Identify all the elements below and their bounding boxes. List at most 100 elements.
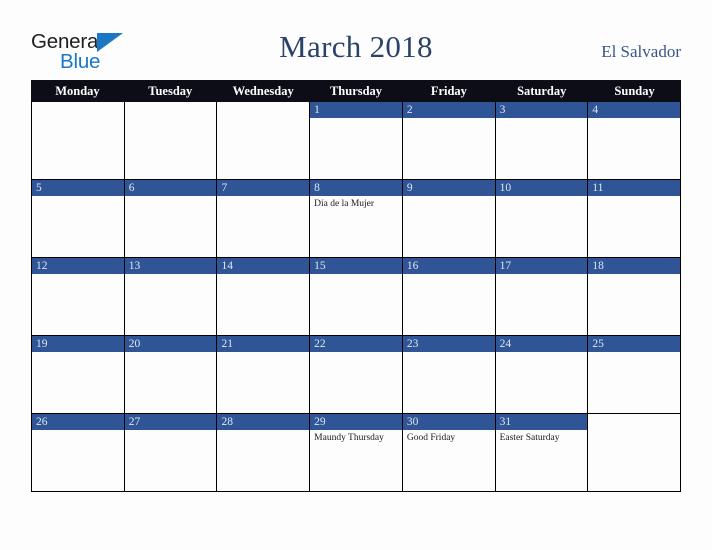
calendar-day-events <box>403 196 495 257</box>
calendar-date-number: 31 <box>495 414 588 430</box>
calendar-day-cell[interactable]: 11 <box>588 180 682 257</box>
calendar-day-cell[interactable]: 3 <box>495 102 589 179</box>
calendar-day-events <box>588 352 680 413</box>
country-label: El Salvador <box>601 42 681 61</box>
calendar-date-number: 20 <box>124 336 217 352</box>
calendar-date-number: 9 <box>402 180 495 196</box>
calendar-date-number: 17 <box>495 258 588 274</box>
calendar-day-events <box>217 352 309 413</box>
calendar-day-cell[interactable]: 19 <box>32 336 125 413</box>
calendar-day-cell[interactable]: 15 <box>310 258 403 335</box>
calendar-date-number <box>32 102 124 118</box>
calendar-day-cell[interactable]: 23 <box>402 336 496 413</box>
calendar-date-number: 19 <box>32 336 124 352</box>
calendar-day-cell[interactable]: 12 <box>32 258 125 335</box>
calendar-day-events <box>496 352 588 413</box>
calendar-day-cell[interactable]: 31 Easter Saturday <box>495 414 589 491</box>
calendar-date-number: 11 <box>588 180 681 196</box>
calendar-date-number: 12 <box>32 258 124 274</box>
calendar-day-cell[interactable]: 4 <box>588 102 682 179</box>
calendar-week-row: 26 27 28 29 Maundy Thursday 30 Good Friday 31 Ea… <box>31 414 682 492</box>
calendar-day-events <box>217 274 309 335</box>
calendar-day-cell[interactable]: 25 <box>588 336 682 413</box>
calendar-day-events <box>32 118 124 179</box>
calendar-day-cell[interactable]: 6 <box>124 180 218 257</box>
calendar-day-cell-empty[interactable] <box>32 102 125 179</box>
calendar-day-cell[interactable]: 26 <box>32 414 125 491</box>
calendar-day-cell[interactable]: 10 <box>495 180 589 257</box>
weekday-header-thursday: Thursday <box>329 84 383 98</box>
weekday-header-friday: Friday <box>430 84 467 98</box>
calendar-day-events <box>217 118 309 179</box>
calendar-day-cell[interactable]: 7 <box>217 180 311 257</box>
calendar-date-number: 2 <box>402 102 495 118</box>
calendar-day-events <box>310 352 402 413</box>
calendar-date-number: 7 <box>217 180 310 196</box>
calendar-grid: Monday Tuesday Wednesday Thursday Friday Satu… <box>31 80 682 492</box>
calendar-day-cell[interactable]: 16 <box>402 258 496 335</box>
calendar-date-number: 3 <box>495 102 588 118</box>
calendar-day-events <box>403 118 495 179</box>
calendar-day-events <box>32 196 124 257</box>
calendar-day-cell[interactable]: 13 <box>124 258 218 335</box>
calendar-event-label: Good Friday <box>406 433 456 443</box>
weekday-header-saturday: Saturday <box>517 84 567 98</box>
calendar-body: 1 2 3 4 5 6 7 8 Día de la Mujer 9 10 11 12 13 14 15 16 17… <box>31 102 682 492</box>
calendar-day-cell[interactable]: 27 <box>124 414 218 491</box>
calendar-event-label: Maundy Thursday <box>314 433 384 443</box>
calendar-day-cell-empty[interactable] <box>588 414 682 491</box>
calendar-day-events <box>588 118 680 179</box>
calendar-day-cell[interactable]: 2 <box>402 102 496 179</box>
calendar-day-cell[interactable]: 5 <box>32 180 125 257</box>
calendar-day-events <box>588 196 680 257</box>
calendar-date-number <box>217 102 310 118</box>
calendar-date-number: 27 <box>124 414 217 430</box>
calendar-day-cell-empty[interactable] <box>217 102 311 179</box>
calendar-day-cell-empty[interactable] <box>124 102 218 179</box>
weekday-header-monday: Monday <box>55 84 100 98</box>
calendar-date-number: 13 <box>124 258 217 274</box>
calendar-date-number: 18 <box>588 258 681 274</box>
calendar-week-row: 5 6 7 8 Día de la Mujer 9 10 11 <box>31 180 682 258</box>
calendar-day-events <box>125 118 217 179</box>
calendar-day-cell[interactable]: 21 <box>217 336 311 413</box>
calendar-date-number: 24 <box>495 336 588 352</box>
calendar-day-cell[interactable]: 18 <box>588 258 682 335</box>
calendar-day-events <box>125 352 217 413</box>
calendar-day-cell[interactable]: 1 <box>310 102 403 179</box>
calendar-date-number: 16 <box>402 258 495 274</box>
calendar-day-cell[interactable]: 9 <box>402 180 496 257</box>
calendar-date-number: 22 <box>310 336 402 352</box>
calendar-week-row: 12 13 14 15 16 17 18 <box>31 258 682 336</box>
calendar-date-number: 28 <box>217 414 310 430</box>
calendar-day-cell[interactable]: 28 <box>217 414 311 491</box>
calendar-day-events <box>496 118 588 179</box>
calendar-event-label: Día de la Mujer <box>314 199 375 209</box>
calendar-date-number: 5 <box>32 180 124 196</box>
calendar-day-cell[interactable]: 8 Día de la Mujer <box>310 180 403 257</box>
calendar-date-number: 6 <box>124 180 217 196</box>
calendar-day-events: Good Friday <box>403 430 495 491</box>
calendar-day-cell[interactable]: 17 <box>495 258 589 335</box>
calendar-day-cell[interactable]: 14 <box>217 258 311 335</box>
calendar-day-cell[interactable]: 20 <box>124 336 218 413</box>
calendar-day-events <box>403 274 495 335</box>
calendar-day-cell[interactable]: 22 <box>310 336 403 413</box>
page-header: General Blue March 2018 El Salvador <box>0 0 712 80</box>
calendar-day-events: Día de la Mujer <box>310 196 402 257</box>
calendar-day-events <box>310 118 402 179</box>
calendar-day-events <box>217 196 309 257</box>
calendar-day-events <box>125 430 217 491</box>
calendar-date-number: 30 <box>402 414 495 430</box>
calendar-day-cell[interactable]: 29 Maundy Thursday <box>310 414 403 491</box>
calendar-date-number: 23 <box>402 336 495 352</box>
weekday-header-wednesday: Wednesday <box>232 84 294 98</box>
calendar-date-number <box>124 102 217 118</box>
weekday-header-row: Monday Tuesday Wednesday Thursday Friday Satu… <box>31 80 681 102</box>
calendar-day-events: Maundy Thursday <box>310 430 402 491</box>
calendar-date-number: 26 <box>32 414 124 430</box>
calendar-day-events <box>217 430 309 491</box>
calendar-day-events <box>403 352 495 413</box>
calendar-day-cell[interactable]: 30 Good Friday <box>402 414 496 491</box>
calendar-day-cell[interactable]: 24 <box>495 336 589 413</box>
